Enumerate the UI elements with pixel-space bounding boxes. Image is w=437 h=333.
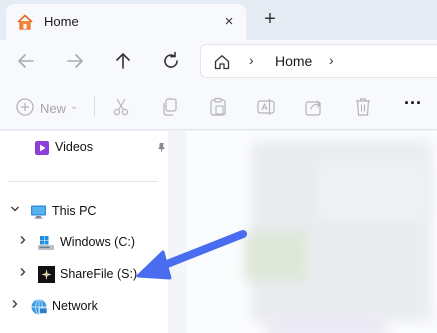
home-icon [17, 14, 33, 30]
tab-title: Home [44, 14, 79, 29]
toolbar-divider [94, 96, 95, 116]
plus-circle-icon[interactable] [14, 96, 36, 118]
blurred-content [266, 311, 386, 333]
cut-icon[interactable] [110, 96, 132, 118]
breadcrumb-separator[interactable]: › [249, 52, 254, 68]
sidebar-item-windows-drive[interactable]: Windows (C:) [0, 232, 168, 254]
chevron-right-icon[interactable] [10, 299, 20, 312]
new-tab-button[interactable]: + [258, 8, 282, 32]
sidebar-item-label: ShareFile (S:) [60, 267, 138, 281]
sidebar-item-label: Videos [55, 140, 93, 154]
breadcrumb-separator[interactable]: › [329, 52, 334, 68]
forward-arrow-icon[interactable] [63, 49, 87, 73]
paste-icon[interactable] [207, 96, 229, 118]
copy-icon[interactable] [159, 96, 181, 118]
computer-icon [31, 205, 46, 219]
delete-icon[interactable] [352, 96, 374, 118]
tab-home[interactable]: Home × [6, 4, 246, 40]
close-tab-button[interactable]: × [218, 11, 240, 33]
pin-icon[interactable] [155, 142, 167, 154]
rename-icon[interactable] [255, 96, 277, 118]
pane-splitter[interactable] [168, 131, 186, 333]
sidebar-item-this-pc[interactable]: This PC [0, 201, 168, 223]
refresh-icon[interactable] [159, 49, 183, 73]
sidebar-item-label: This PC [52, 204, 97, 218]
blurred-content [246, 231, 306, 281]
tab-strip: Home × + [0, 0, 437, 40]
breadcrumb-home[interactable]: Home [275, 53, 312, 69]
sidebar-item-sharefile-drive[interactable]: ShareFile (S:) [0, 264, 168, 286]
sidebar-item-label: Windows (C:) [60, 235, 136, 249]
share-icon[interactable] [303, 96, 325, 118]
address-bar[interactable]: › Home › [200, 44, 437, 78]
chevron-down-icon[interactable] [10, 204, 20, 217]
sidebar-item-label: Network [52, 299, 98, 313]
drive-icon [38, 236, 54, 250]
blurred-content [316, 161, 426, 221]
videos-icon [35, 141, 49, 155]
sidebar-item-network[interactable]: Network [0, 296, 168, 318]
chevron-right-icon[interactable] [18, 267, 28, 280]
command-bar: New ⌄ ··· [0, 82, 437, 130]
chevron-right-icon[interactable] [18, 235, 28, 248]
sidebar-item-videos[interactable]: Videos [0, 137, 168, 159]
chevron-down-icon[interactable]: ⌄ [70, 101, 78, 112]
up-arrow-icon[interactable] [111, 49, 135, 73]
new-button[interactable]: New [40, 101, 66, 116]
address-home-icon[interactable] [213, 53, 231, 71]
navigation-bar: › Home › [0, 40, 437, 82]
sharefile-icon [38, 266, 55, 283]
back-arrow-icon[interactable] [14, 49, 38, 73]
more-options-button[interactable]: ··· [402, 94, 424, 118]
section-divider [8, 181, 158, 182]
network-icon [31, 299, 48, 315]
navigation-pane: Videos This PC Windows (C:) ShareFile (S… [0, 131, 168, 333]
content-area [186, 131, 437, 333]
